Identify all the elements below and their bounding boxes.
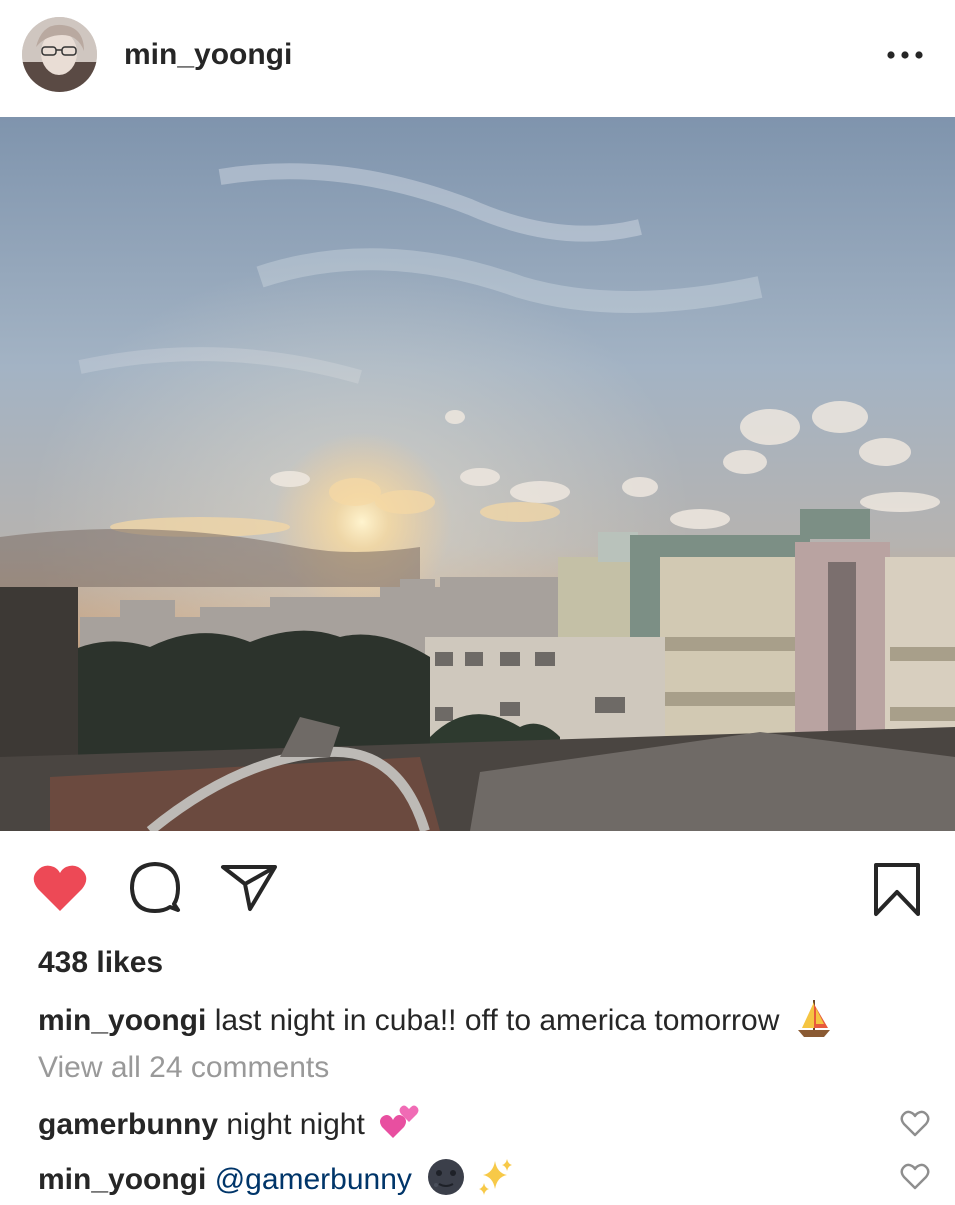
comment-row: min_yoongi @gamerbunny (38, 1157, 515, 1205)
comment-row: gamerbunny night night (38, 1104, 419, 1148)
caption-username[interactable]: min_yoongi (38, 1004, 206, 1037)
two-hearts-icon (379, 1104, 419, 1148)
bookmark-icon[interactable] (872, 862, 922, 918)
view-all-comments-link[interactable]: View all 24 comments (38, 1051, 329, 1085)
post-username[interactable]: min_yoongi (124, 38, 292, 72)
caption: min_yoongi last night in cuba!! off to a… (38, 998, 832, 1046)
comment-mention[interactable]: @gamerbunny (215, 1163, 412, 1196)
likes-count[interactable]: 438 likes (38, 946, 163, 980)
caption-text: last night in cuba!! off to america tomo… (214, 1003, 780, 1037)
heart-icon[interactable] (32, 863, 88, 913)
sparkles-icon (475, 1157, 515, 1205)
avatar[interactable] (22, 17, 97, 92)
new-moon-face-icon (426, 1157, 466, 1205)
comment-like-icon[interactable] (900, 1109, 930, 1137)
more-icon[interactable] (880, 42, 930, 68)
post-header: min_yoongi (0, 0, 955, 112)
share-icon[interactable] (220, 862, 278, 912)
post-photo[interactable] (0, 117, 955, 831)
comment-username[interactable]: gamerbunny (38, 1108, 218, 1141)
sailboat-icon (796, 998, 832, 1046)
comment-username[interactable]: min_yoongi (38, 1163, 206, 1196)
comment-icon[interactable] (128, 860, 182, 914)
avatar-image (22, 17, 97, 92)
comment-like-icon[interactable] (900, 1162, 930, 1190)
comment-text: night night (226, 1107, 365, 1141)
sunset-cityscape-image (0, 117, 955, 831)
